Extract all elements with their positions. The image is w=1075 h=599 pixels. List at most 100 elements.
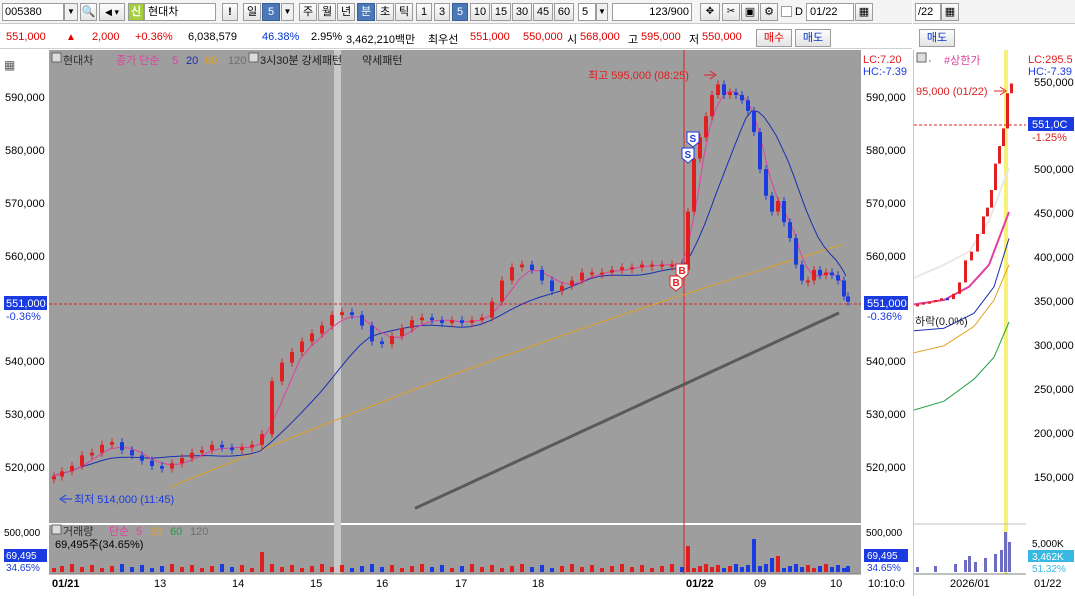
- legend-ma20: 20: [186, 55, 198, 67]
- side-legend-checkbox[interactable]: [916, 52, 927, 63]
- side-candle: [1006, 93, 1009, 129]
- vol-legend-checkbox[interactable]: [51, 524, 62, 535]
- vol-left-tag: 69,495: [6, 551, 37, 562]
- main-chart-area[interactable]: SS BB 590,000 580,000 570,000 560,000 540…: [0, 50, 912, 596]
- volume-bar: [380, 567, 384, 572]
- volume-bar: [600, 568, 604, 572]
- candle-body: [670, 264, 674, 267]
- interval-60-button[interactable]: 60: [554, 3, 574, 21]
- period-dropdown[interactable]: ▼: [281, 3, 294, 21]
- candle-body: [280, 362, 284, 382]
- side-sell-button[interactable]: 매도: [919, 29, 955, 47]
- period-year-button[interactable]: 년: [337, 3, 355, 21]
- interval-3-button[interactable]: 3: [434, 3, 450, 21]
- interval-input[interactable]: 5: [578, 3, 596, 21]
- volume-bar: [210, 566, 214, 572]
- side-lc-label: LC:295.5: [1028, 54, 1073, 66]
- side-volume-bar: [968, 556, 971, 572]
- candle-body: [350, 312, 354, 315]
- count-field[interactable]: 123/900: [612, 3, 692, 21]
- volume-bar: [590, 565, 594, 572]
- volume-bar: [250, 568, 254, 572]
- volume-bar: [320, 564, 324, 572]
- volume-bar: [710, 567, 714, 572]
- vol-legend-name: 거래량: [63, 525, 93, 538]
- candle-body: [812, 269, 816, 281]
- side-volume-bar: [954, 564, 957, 572]
- candle-body: [788, 222, 792, 239]
- interval-30-button[interactable]: 30: [512, 3, 532, 21]
- interval-10-button[interactable]: 10: [470, 3, 490, 21]
- best-quote-label: 최우선: [428, 34, 459, 46]
- period-minute-button[interactable]: 분: [357, 3, 375, 21]
- stock-code-dropdown[interactable]: ▼: [64, 3, 78, 21]
- volume-bar: [390, 565, 394, 572]
- volume-bar: [160, 566, 164, 572]
- side-chart-svg[interactable]: · #상한가 95,000 (01/22) 하락(0.0%) LC:295.5 …: [913, 50, 1075, 596]
- buy-signal-2-letter: B: [679, 266, 686, 277]
- legend-checkbox[interactable]: [51, 52, 62, 63]
- interval-dropdown[interactable]: ▼: [596, 3, 608, 21]
- period-day-button[interactable]: 일: [243, 3, 261, 21]
- grid-tools-icon[interactable]: ✥: [700, 3, 720, 21]
- x-label-14: 14: [232, 578, 244, 590]
- side-calendar-icon[interactable]: ▦: [941, 3, 959, 21]
- volume-bar: [90, 565, 94, 572]
- period-num-input[interactable]: 5: [262, 3, 280, 21]
- gear-icon[interactable]: ⚙: [760, 3, 778, 21]
- volume-bar: [782, 568, 786, 572]
- chart-grid-icon[interactable]: ▦: [4, 58, 15, 72]
- period-week-button[interactable]: 주: [299, 3, 317, 21]
- candle-body: [450, 320, 454, 323]
- save-icon[interactable]: ▣: [741, 3, 759, 21]
- side-date-input[interactable]: /22: [915, 3, 941, 21]
- stock-code-input[interactable]: 005380: [2, 3, 64, 21]
- stock-name-field[interactable]: 현대차: [144, 3, 216, 21]
- side-candle: [952, 293, 955, 300]
- volume-bar: [692, 568, 696, 572]
- price-tick-580: 580,000: [5, 145, 45, 157]
- candle-body: [704, 116, 708, 138]
- calendar-icon[interactable]: ▦: [855, 3, 873, 21]
- candle-body: [190, 452, 194, 459]
- interval-15-button[interactable]: 15: [491, 3, 511, 21]
- period-second-button[interactable]: 초: [376, 3, 394, 21]
- volume-bar: [520, 564, 524, 572]
- candle-body: [540, 269, 544, 281]
- candle-body: [530, 264, 534, 270]
- candle-body: [480, 317, 484, 321]
- alert-button[interactable]: !: [222, 3, 238, 21]
- right-axis-bg: [861, 50, 912, 596]
- candle-body: [80, 455, 84, 466]
- date-checkbox[interactable]: [781, 6, 792, 17]
- side-legend-name: #상한가: [944, 54, 980, 67]
- period-month-button[interactable]: 월: [318, 3, 336, 21]
- side-tick-400: 400,000: [1034, 252, 1074, 264]
- side-candle: [940, 298, 943, 301]
- volume-bar: [180, 567, 184, 572]
- candle-body: [500, 280, 504, 302]
- price-chart-svg[interactable]: SS BB 590,000 580,000 570,000 560,000 540…: [0, 50, 912, 596]
- period-tick-button[interactable]: 틱: [395, 3, 413, 21]
- volume-bar: [300, 568, 304, 572]
- buy-button[interactable]: 매수: [756, 29, 792, 47]
- sell-button[interactable]: 매도: [795, 29, 831, 47]
- volume-bar: [60, 566, 64, 572]
- date-input[interactable]: 01/22: [806, 3, 854, 21]
- side-volume-bar: [994, 554, 997, 572]
- interval-5-button[interactable]: 5: [452, 3, 468, 21]
- volume-bar: [100, 568, 104, 572]
- side-candle: [964, 260, 967, 283]
- pattern-checkbox[interactable]: [248, 52, 259, 63]
- interval-45-button[interactable]: 45: [533, 3, 553, 21]
- side-vol-tick: 5,000K: [1032, 539, 1064, 550]
- crosshair-icon[interactable]: ✂: [722, 3, 740, 21]
- interval-1-button[interactable]: 1: [416, 3, 432, 21]
- side-chart-area[interactable]: · #상한가 95,000 (01/22) 하락(0.0%) LC:295.5 …: [913, 50, 1075, 596]
- volume-bar: [540, 565, 544, 572]
- candle-body: [590, 272, 594, 275]
- search-icon[interactable]: 🔍: [80, 3, 97, 21]
- speaker-icon[interactable]: ◀ ▾: [99, 3, 125, 21]
- candle-body: [300, 341, 304, 353]
- candle-body: [250, 444, 254, 448]
